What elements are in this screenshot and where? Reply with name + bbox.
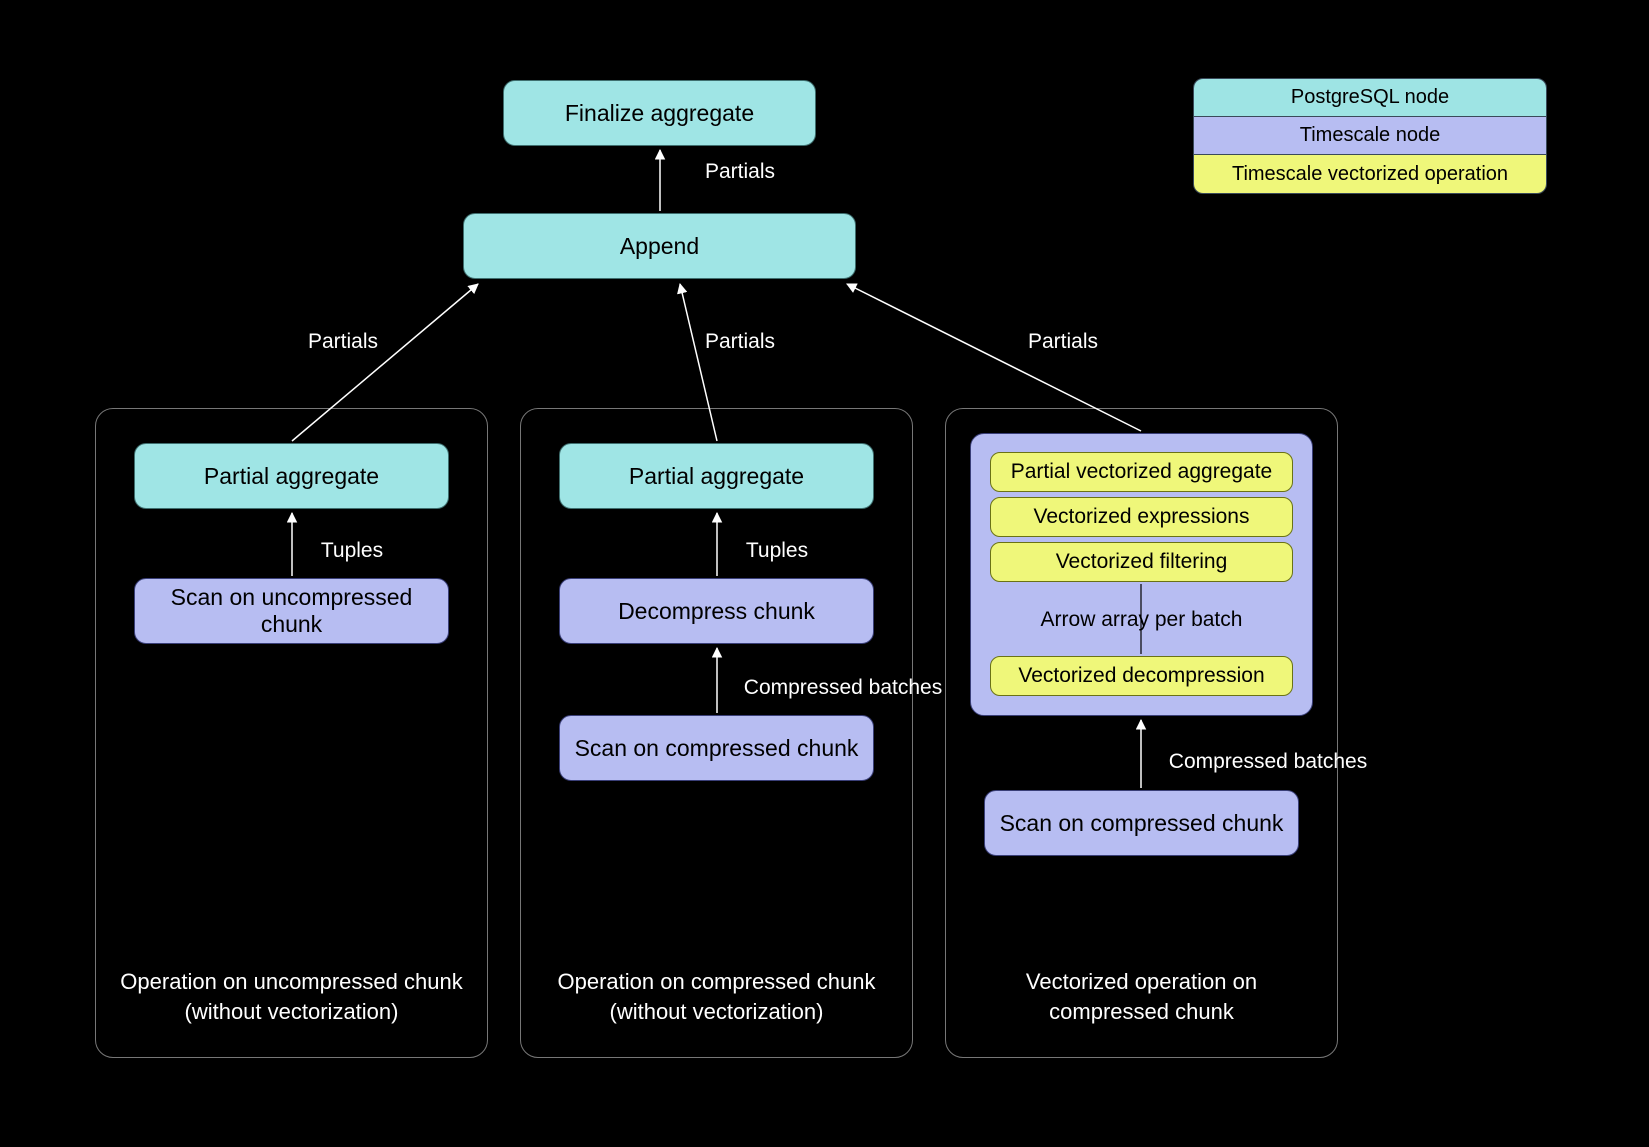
node-vec-decompression-label: Vectorized decompression [1018, 664, 1264, 688]
legend-vec-label: Timescale vectorized operation [1232, 163, 1508, 186]
edge-label-partials-left: Partials [303, 330, 383, 354]
node-partial-aggregate-2-label: Partial aggregate [629, 463, 804, 490]
node-scan-compressed-1: Scan on compressed chunk [559, 715, 874, 781]
node-partial-aggregate-1: Partial aggregate [134, 443, 449, 509]
node-vec-expressions: Vectorized expressions [990, 497, 1293, 537]
node-partial-aggregate-1-label: Partial aggregate [204, 463, 379, 490]
edge-label-batches-1: Compressed batches [733, 676, 953, 700]
panel-vectorized-caption-l1: Vectorized operation on [1026, 969, 1257, 994]
panel-vectorized-caption: Vectorized operation on compressed chunk [946, 967, 1337, 1026]
edge-label-partials-right: Partials [1023, 330, 1103, 354]
node-scan-compressed-2: Scan on compressed chunk [984, 790, 1299, 856]
node-scan-compressed-1-label: Scan on compressed chunk [575, 735, 859, 762]
panel-compressed-caption: Operation on compressed chunk (without v… [521, 967, 912, 1026]
panel-uncompressed-caption-l1: Operation on uncompressed chunk [120, 969, 462, 994]
node-vec-expressions-label: Vectorized expressions [1034, 505, 1250, 529]
node-append: Append [463, 213, 856, 279]
node-scan-compressed-2-label: Scan on compressed chunk [1000, 810, 1284, 837]
diagram-canvas: PostgreSQL node Timescale node Timescale… [0, 0, 1649, 1147]
edge-label-partials-top: Partials [700, 160, 780, 184]
panel-vectorized-caption-l2: compressed chunk [1049, 999, 1234, 1024]
edge-label-tuples-1: Tuples [312, 539, 392, 563]
legend: PostgreSQL node Timescale node Timescale… [1193, 78, 1547, 194]
node-decompress-chunk-label: Decompress chunk [618, 598, 815, 625]
edge-label-tuples-2: Tuples [737, 539, 817, 563]
node-append-label: Append [620, 233, 699, 260]
node-vec-partial-aggregate: Partial vectorized aggregate [990, 452, 1293, 492]
edge-label-partials-center: Partials [700, 330, 780, 354]
node-decompress-chunk: Decompress chunk [559, 578, 874, 644]
panel-uncompressed-caption-l2: (without vectorization) [185, 999, 399, 1024]
node-finalize-aggregate-label: Finalize aggregate [565, 100, 754, 127]
legend-row-postgresql: PostgreSQL node [1194, 79, 1546, 117]
node-finalize-aggregate: Finalize aggregate [503, 80, 816, 146]
legend-ts-label: Timescale node [1300, 124, 1440, 147]
node-vec-filtering: Vectorized filtering [990, 542, 1293, 582]
panel-uncompressed-caption: Operation on uncompressed chunk (without… [96, 967, 487, 1026]
legend-row-vectorized: Timescale vectorized operation [1194, 155, 1546, 193]
node-scan-uncompressed-label: Scan on uncompressed chunk [145, 584, 438, 638]
edge-label-batches-2: Compressed batches [1158, 750, 1378, 774]
node-vec-decompression: Vectorized decompression [990, 656, 1293, 696]
node-vec-partial-aggregate-label: Partial vectorized aggregate [1011, 460, 1273, 484]
arrow-batch-label: Arrow array per batch [971, 608, 1312, 632]
node-scan-uncompressed: Scan on uncompressed chunk [134, 578, 449, 644]
legend-row-timescale: Timescale node [1194, 117, 1546, 155]
node-vec-filtering-label: Vectorized filtering [1056, 550, 1228, 574]
panel-compressed-caption-l2: (without vectorization) [610, 999, 824, 1024]
legend-pg-label: PostgreSQL node [1291, 86, 1449, 109]
node-partial-aggregate-2: Partial aggregate [559, 443, 874, 509]
panel-compressed-caption-l1: Operation on compressed chunk [558, 969, 876, 994]
